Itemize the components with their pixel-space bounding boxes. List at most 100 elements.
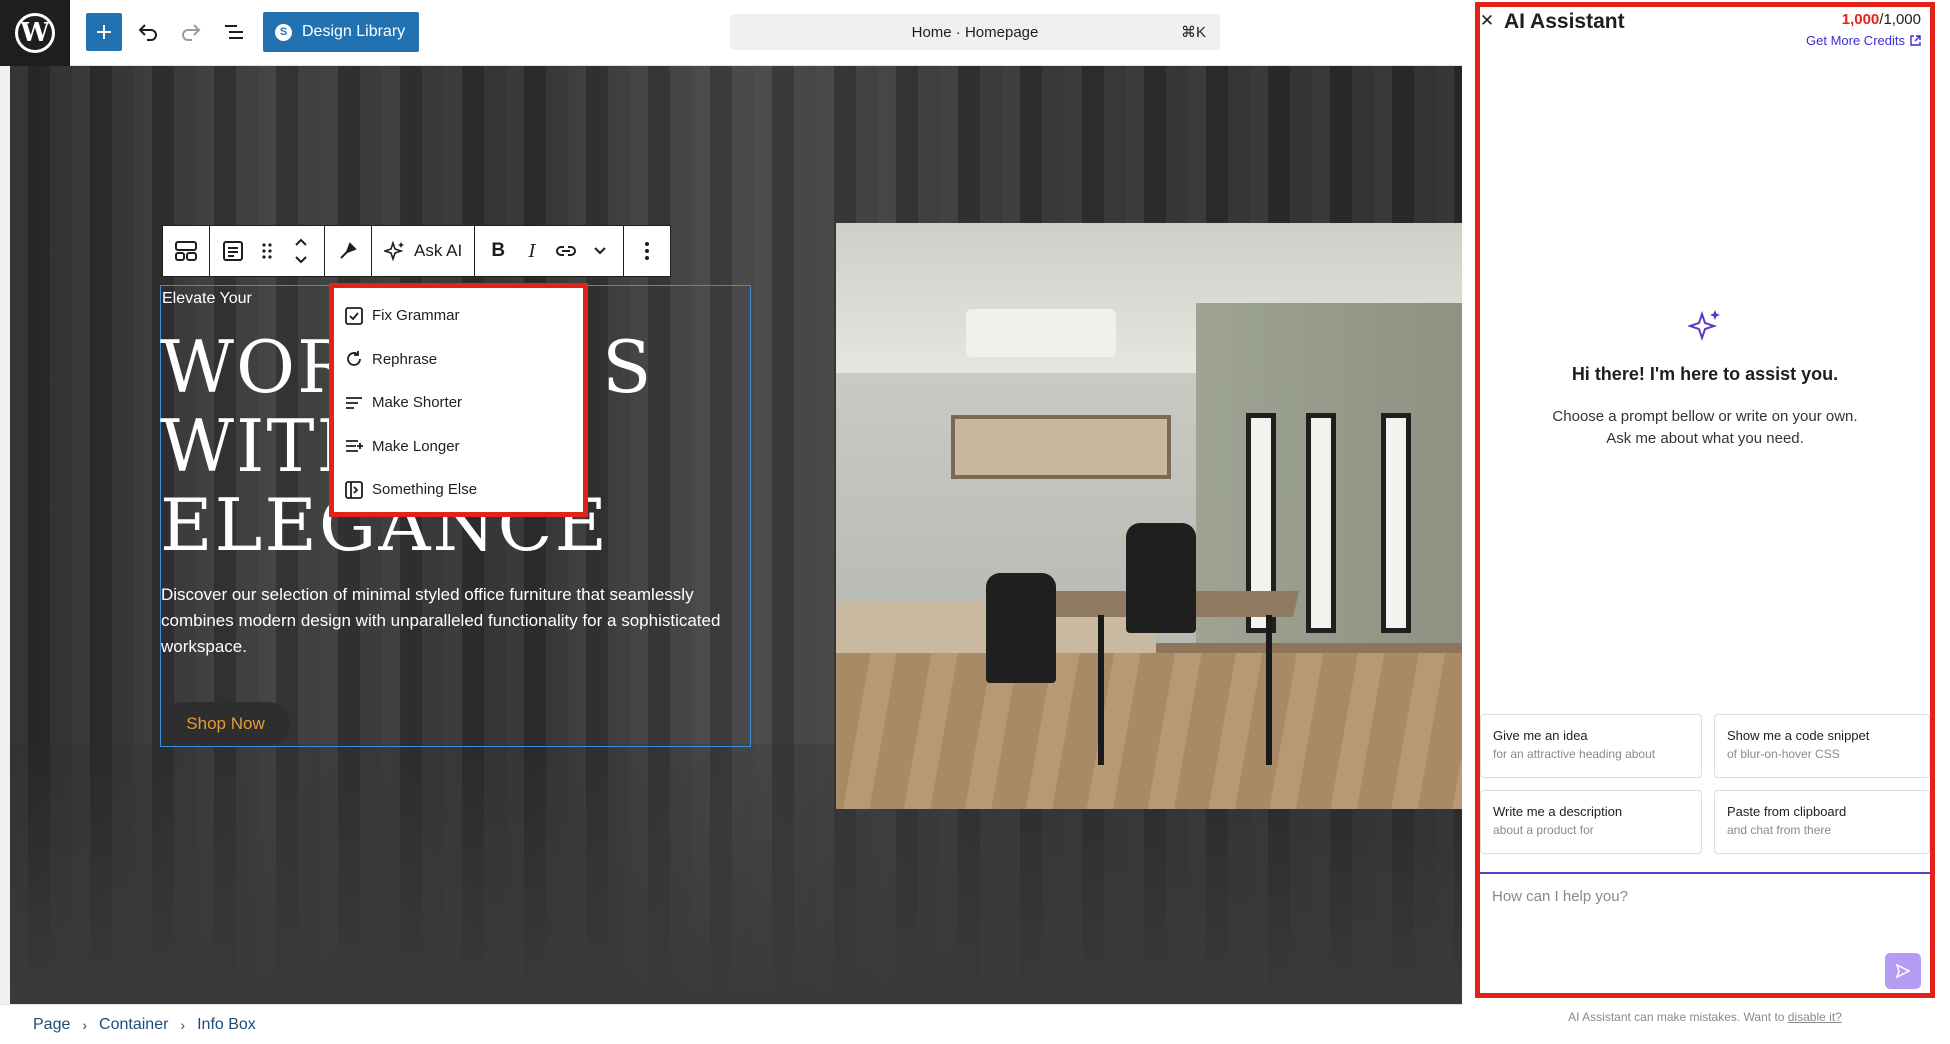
welcome-subtitle: Choose a prompt bellow or write on your …: [1475, 406, 1935, 450]
drag-handle[interactable]: [250, 226, 284, 276]
toolbar-group-block: [210, 226, 325, 276]
wordpress-logo-button[interactable]: W: [0, 0, 70, 66]
menu-item-label: Fix Grammar: [372, 307, 460, 325]
prompt-subtitle: and chat from there: [1727, 823, 1832, 837]
menu-item-label: Something Else: [372, 481, 478, 499]
make-shorter-item[interactable]: Make Shorter: [334, 381, 583, 425]
drag-icon: [262, 243, 272, 259]
credits-used: 1,000: [1841, 11, 1880, 28]
ask-ai-label: Ask AI: [414, 241, 463, 260]
editor-topbar: W S Design Library Home · Homepage ⌘K: [0, 0, 1462, 66]
disable-ai-link[interactable]: disable it?: [1788, 1010, 1842, 1024]
prompt-card-code-snippet[interactable]: Show me a code snippet of blur-on-hover …: [1714, 714, 1930, 778]
italic-button[interactable]: I: [515, 226, 549, 276]
toolbar-group-options: [624, 226, 670, 276]
paint-brush-icon: [340, 242, 357, 259]
image-window: [1381, 413, 1411, 633]
close-icon[interactable]: ✕: [1478, 11, 1496, 30]
prompt-subtitle: about a product for: [1493, 823, 1594, 837]
redo-button[interactable]: [173, 13, 209, 51]
block-options-button[interactable]: [630, 226, 664, 276]
style-copy-button[interactable]: [331, 226, 365, 276]
breadcrumb-item-container[interactable]: Container: [99, 1016, 168, 1034]
prompt-subtitle: for an attractive heading about: [1493, 747, 1656, 761]
prompt-title: Write me a description: [1493, 804, 1623, 819]
prompt-title: Give me an idea: [1493, 728, 1588, 743]
breadcrumb: Page › Container › Info Box: [0, 1004, 1462, 1044]
get-more-credits-link[interactable]: Get More Credits: [1806, 33, 1921, 48]
select-parent-button[interactable]: [169, 226, 203, 276]
lengthen-icon: [344, 436, 364, 456]
undo-button[interactable]: [130, 13, 166, 51]
prompt-card-clipboard[interactable]: Paste from clipboard and chat from there: [1714, 790, 1930, 854]
bold-button[interactable]: B: [481, 226, 515, 276]
design-library-label: Design Library: [302, 23, 406, 40]
menu-item-label: Make Longer: [372, 437, 460, 455]
shop-now-button[interactable]: Shop Now: [161, 702, 290, 746]
design-library-button[interactable]: S Design Library: [263, 12, 420, 52]
prompt-subtitle: of blur-on-hover CSS: [1727, 747, 1840, 761]
breadcrumb-item-info-box[interactable]: Info Box: [197, 1016, 256, 1034]
prompt-card-description[interactable]: Write me a description about a product f…: [1480, 790, 1702, 854]
chat-input[interactable]: How can I help you?: [1480, 872, 1930, 993]
image-desk-leg: [1266, 615, 1272, 765]
something-else-item[interactable]: Something Else: [334, 468, 583, 512]
make-longer-item[interactable]: Make Longer: [334, 425, 583, 469]
image-floor: [836, 653, 1462, 809]
panel-icon: [344, 480, 364, 500]
toolbar-group-parent: [163, 226, 210, 276]
prompt-card-idea[interactable]: Give me an idea for an attractive headin…: [1480, 714, 1702, 778]
panel-title: AI Assistant: [1504, 10, 1625, 33]
wordpress-icon: W: [15, 13, 55, 53]
redo-icon: [182, 24, 201, 41]
move-up-down-button[interactable]: [284, 226, 318, 276]
plus-icon: [97, 25, 111, 39]
image-chair: [986, 573, 1056, 683]
canvas-gutter: [0, 66, 10, 1004]
ai-disclaimer: AI Assistant can make mistakes. Want to …: [1475, 1010, 1935, 1024]
refresh-icon: [344, 349, 364, 369]
image-air-conditioner: [966, 309, 1116, 357]
welcome-line: Choose a prompt bellow or write on your …: [1552, 408, 1858, 425]
document-overview-button[interactable]: [216, 13, 252, 51]
document-title: Home · Homepage: [911, 23, 1039, 41]
add-block-button[interactable]: [86, 13, 122, 51]
external-link-icon: [1910, 35, 1921, 46]
more-formats-button[interactable]: [583, 226, 617, 276]
checklist-icon: [344, 306, 364, 326]
block-type-button[interactable]: [216, 226, 250, 276]
link-icon: [556, 246, 577, 256]
hero-office-image[interactable]: [836, 223, 1462, 809]
hero-eyebrow[interactable]: Elevate Your: [162, 290, 252, 308]
sparkles-icon: [1688, 310, 1720, 342]
shorten-icon: [344, 393, 364, 413]
toolbar-group-ai: Ask AI: [372, 226, 476, 276]
ask-ai-button[interactable]: Ask AI: [378, 226, 468, 276]
menu-item-label: Make Shorter: [372, 394, 463, 412]
toolbar-group-format: B I: [475, 226, 625, 276]
link-button[interactable]: [549, 226, 583, 276]
command-shortcut: ⌘K: [1180, 24, 1206, 41]
prompt-title: Show me a code snippet: [1727, 728, 1870, 743]
disclaimer-text: AI Assistant can make mistakes. Want to: [1568, 1010, 1785, 1024]
chevron-right-icon: ›: [82, 1016, 88, 1033]
sparkles-icon: [384, 240, 404, 262]
prompt-title: Paste from clipboard: [1727, 804, 1847, 819]
toolbar-group-style: [325, 226, 372, 276]
ask-ai-menu: Fix Grammar Rephrase Make Shorter Make L…: [329, 283, 588, 517]
hero-description[interactable]: Discover our selection of minimal styled…: [161, 582, 741, 660]
chevron-down-icon: [594, 247, 606, 255]
chevron-up-down-icon: [295, 238, 307, 264]
image-window: [1306, 413, 1336, 633]
fix-grammar-item[interactable]: Fix Grammar: [334, 294, 583, 338]
breadcrumb-item-page[interactable]: Page: [33, 1016, 70, 1034]
command-palette-bar[interactable]: Home · Homepage ⌘K: [730, 14, 1220, 50]
chevron-right-icon: ›: [180, 1016, 186, 1033]
get-more-credits-label: Get More Credits: [1806, 33, 1905, 48]
image-desk-leg: [1098, 615, 1104, 765]
welcome-line: Ask me about what you need.: [1606, 430, 1804, 447]
send-button[interactable]: [1885, 953, 1921, 989]
welcome-title: Hi there! I'm here to assist you.: [1571, 364, 1839, 384]
container-icon: [175, 241, 197, 261]
rephrase-item[interactable]: Rephrase: [334, 338, 583, 382]
